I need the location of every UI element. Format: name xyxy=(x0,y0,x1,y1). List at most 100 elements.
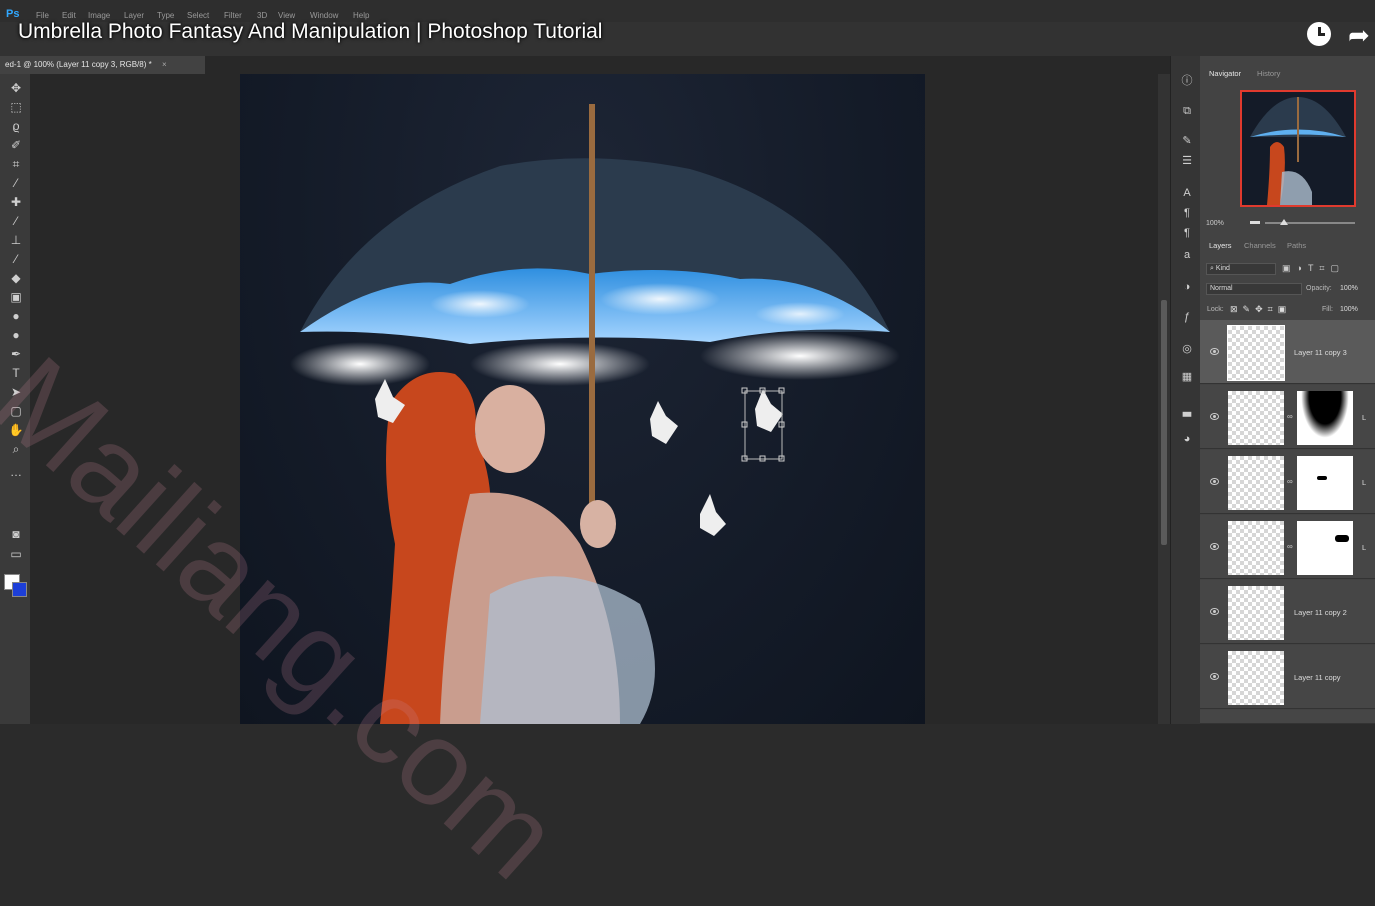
navigator-zoom-readout[interactable]: 100% xyxy=(1206,220,1224,227)
gradient-icon[interactable]: ▣ xyxy=(8,289,24,305)
history-icon[interactable]: ⧉ xyxy=(1180,104,1194,118)
lasso-icon[interactable]: ϱ xyxy=(8,118,24,134)
tab-paths[interactable]: Paths xyxy=(1287,241,1306,250)
mask-link-icon[interactable]: ∞ xyxy=(1287,477,1293,486)
menu-help[interactable]: Help xyxy=(353,11,369,20)
brush-icon[interactable]: ⁄ xyxy=(8,213,24,229)
adjust-icon[interactable]: ☰ xyxy=(1180,154,1194,168)
visibility-eye-icon[interactable] xyxy=(1210,673,1219,680)
mask-link-icon[interactable]: ∞ xyxy=(1287,412,1293,421)
blend-mode-select[interactable]: Normal xyxy=(1206,283,1302,295)
lock-icons[interactable]: ⊠✎✥⌗▣ xyxy=(1230,304,1291,315)
cloud-middle xyxy=(470,342,650,386)
tab-channels[interactable]: Channels xyxy=(1244,241,1276,250)
fill-value[interactable]: 100% xyxy=(1340,306,1358,313)
healing-icon[interactable]: ✚ xyxy=(8,194,24,210)
type-icon[interactable]: T xyxy=(8,365,24,381)
document-canvas[interactable] xyxy=(240,74,925,724)
tab-history[interactable]: History xyxy=(1257,69,1280,78)
layer-row[interactable]: Layer 11 copy 2 xyxy=(1200,580,1375,644)
quick-mask-icon[interactable]: ◙ xyxy=(8,526,24,542)
video-title: Umbrella Photo Fantasy And Manipulation … xyxy=(18,20,603,43)
mask-link-icon[interactable]: ∞ xyxy=(1287,542,1293,551)
cloud-right xyxy=(700,332,900,380)
zoom-out-icon[interactable]: ▬ xyxy=(1250,216,1260,227)
layer-thumbnail xyxy=(1228,586,1284,640)
document-tab[interactable]: ed-1 @ 100% (Layer 11 copy 3, RGB/8) * × xyxy=(0,56,205,74)
paragraph-icon[interactable]: ¶ xyxy=(1180,206,1194,220)
paragraph-styles-icon[interactable]: ¶ xyxy=(1180,226,1194,240)
fill-label: Fill: xyxy=(1322,306,1333,313)
visibility-eye-icon[interactable] xyxy=(1210,348,1219,355)
menu-filter[interactable]: Filter xyxy=(224,11,242,20)
tab-navigator[interactable]: Navigator xyxy=(1209,69,1241,78)
menu-edit[interactable]: Edit xyxy=(62,11,76,20)
menu-3d[interactable]: 3D xyxy=(257,11,267,20)
menu-window[interactable]: Window xyxy=(310,11,338,20)
watch-later-icon[interactable] xyxy=(1307,22,1331,46)
scrollbar-thumb[interactable] xyxy=(1161,300,1167,545)
character-icon[interactable]: A xyxy=(1180,186,1194,200)
layer-thumbnail xyxy=(1228,456,1284,510)
background-color-swatch[interactable] xyxy=(12,582,27,597)
zoom-icon[interactable]: ⌕ xyxy=(8,441,24,457)
screen-mode-icon[interactable]: ▭ xyxy=(8,546,24,562)
layer-filter-select[interactable]: ⌕ Kind xyxy=(1206,263,1276,275)
menu-layer[interactable]: Layer xyxy=(124,11,144,20)
swatches-icon[interactable]: ▦ xyxy=(1180,370,1194,384)
layer-row[interactable]: Layer 11 copy 3 xyxy=(1200,320,1375,384)
visibility-eye-icon[interactable] xyxy=(1210,608,1219,615)
info-icon[interactable]: ⓘ xyxy=(1180,74,1194,88)
shape-icon[interactable]: ▢ xyxy=(8,403,24,419)
layer-row[interactable]: ∞ L xyxy=(1200,515,1375,579)
brush-settings-icon[interactable]: ✎ xyxy=(1180,134,1194,148)
tab-layers[interactable]: Layers xyxy=(1209,241,1232,250)
libraries-icon[interactable]: ◎ xyxy=(1180,342,1194,356)
menu-view[interactable]: View xyxy=(278,11,295,20)
eraser-icon[interactable]: ◆ xyxy=(8,270,24,286)
panel-icon-column: ⓘ ⧉ ✎ ☰ A ¶ ¶ a ◑ ƒ ◎ ▦ ▃ ◕ xyxy=(1170,56,1201,724)
layer-row[interactable]: ∞ L xyxy=(1200,385,1375,449)
blur-icon[interactable]: ● xyxy=(8,308,24,324)
menu-image[interactable]: Image xyxy=(88,11,110,20)
move-icon[interactable]: ✥ xyxy=(8,80,24,96)
share-icon[interactable]: ➦ xyxy=(1348,20,1370,51)
styles-icon[interactable]: ƒ xyxy=(1180,310,1194,324)
tools-panel: ✥ ⬚ ϱ ✐ ⌗ ⁄ ✚ ⁄ ⊥ ⁄ ◆ ▣ ● ● ✒ T ➤ ▢ ✋ ⌕ … xyxy=(0,74,30,724)
close-tab-icon[interactable]: × xyxy=(162,60,167,69)
marquee-icon[interactable]: ⬚ xyxy=(8,99,24,115)
more-icon[interactable]: … xyxy=(8,464,24,480)
visibility-eye-icon[interactable] xyxy=(1210,478,1219,485)
visibility-eye-icon[interactable] xyxy=(1210,543,1219,550)
menu-select[interactable]: Select xyxy=(187,11,209,20)
layer-filter-icons[interactable]: ▣◑T⌗▢ xyxy=(1282,263,1345,274)
hand-icon[interactable]: ✋ xyxy=(8,422,24,438)
color-icon[interactable]: ◕ xyxy=(1180,432,1194,446)
zoom-slider-knob[interactable] xyxy=(1280,219,1288,225)
layer-row[interactable]: ∞ L xyxy=(1200,450,1375,514)
glyphs-icon[interactable]: a xyxy=(1180,248,1194,262)
layer-mask-thumbnail xyxy=(1297,391,1353,445)
histogram-icon[interactable]: ▃ xyxy=(1180,404,1194,418)
menu-type[interactable]: Type xyxy=(157,11,174,20)
layer-row[interactable] xyxy=(1200,710,1375,724)
dove xyxy=(650,401,678,444)
dress-sleeve xyxy=(480,576,655,724)
menu-file[interactable]: File xyxy=(36,11,49,20)
layer-name: Layer 11 copy xyxy=(1294,673,1341,682)
path-select-icon[interactable]: ➤ xyxy=(8,384,24,400)
eyedropper-icon[interactable]: ⁄ xyxy=(8,175,24,191)
history-brush-icon[interactable]: ⁄ xyxy=(8,251,24,267)
layer-row[interactable]: Layer 11 copy xyxy=(1200,645,1375,709)
pen-icon[interactable]: ✒ xyxy=(8,346,24,362)
crop-icon[interactable]: ⌗ xyxy=(8,156,24,172)
dodge-icon[interactable]: ● xyxy=(8,327,24,343)
stamp-icon[interactable]: ⊥ xyxy=(8,232,24,248)
visibility-eye-icon[interactable] xyxy=(1210,413,1219,420)
canvas-artwork xyxy=(290,104,900,724)
navigator-zoom-slider[interactable] xyxy=(1265,222,1355,224)
opacity-value[interactable]: 100% xyxy=(1340,285,1358,292)
quick-select-icon[interactable]: ✐ xyxy=(8,137,24,153)
navigator-preview[interactable] xyxy=(1240,90,1356,207)
adjustments-icon[interactable]: ◑ xyxy=(1180,280,1194,294)
